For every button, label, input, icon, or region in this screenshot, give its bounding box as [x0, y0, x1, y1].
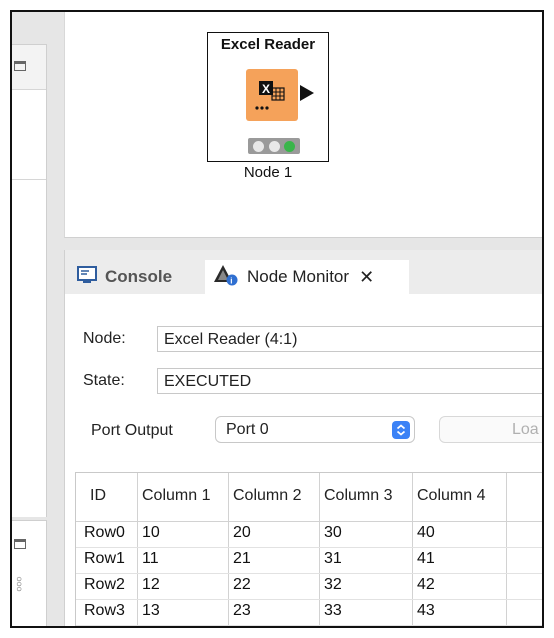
- tab-node-monitor-label: Node Monitor: [247, 267, 350, 286]
- divider: [12, 179, 46, 180]
- tab-node-monitor[interactable]: i Node Monitor ✕: [205, 260, 409, 294]
- table-cell: 32: [324, 576, 342, 593]
- table-header: ID Column 1 Column 2 Column 3 Column 4: [76, 473, 542, 522]
- left-panel-header: [12, 45, 46, 90]
- svg-text:X: X: [262, 82, 270, 96]
- table-cell: 43: [417, 602, 435, 619]
- close-icon[interactable]: ✕: [359, 267, 374, 288]
- table-row[interactable]: Row1 11 21 31 41: [76, 548, 542, 574]
- table-cell: 23: [233, 602, 251, 619]
- table-cell: 33: [324, 602, 342, 619]
- state-field[interactable]: EXECUTED: [157, 368, 542, 394]
- table-cell: 21: [233, 550, 251, 567]
- left-panel-top: [12, 44, 47, 517]
- table-row[interactable]: Row3 13 23 33 43: [76, 600, 542, 626]
- column-header[interactable]: Column 2: [233, 487, 301, 505]
- status-light-red: [252, 140, 264, 152]
- tab-console[interactable]: Console: [77, 260, 172, 294]
- column-header[interactable]: Column 1: [142, 487, 210, 505]
- table-cell: 22: [233, 576, 251, 593]
- table-cell: 11: [142, 550, 159, 567]
- workflow-canvas[interactable]: Excel Reader X Node 1: [64, 12, 542, 238]
- app-window: ○ ○ ○ Excel Reader X Node 1 Console i No…: [10, 10, 544, 628]
- column-header[interactable]: Column 3: [324, 487, 392, 505]
- node-field[interactable]: Excel Reader (4:1): [157, 326, 542, 352]
- status-light-yellow: [268, 140, 280, 152]
- node-monitor-content: Node: Excel Reader (4:1) State: EXECUTED…: [65, 294, 542, 626]
- table-row[interactable]: Row2 12 22 32 42: [76, 574, 542, 600]
- table-cell: 40: [417, 524, 435, 541]
- port-output-value: Port 0: [226, 421, 269, 438]
- excel-reader-node[interactable]: Excel Reader X: [207, 32, 329, 162]
- tab-console-label: Console: [105, 267, 173, 286]
- table-cell: 42: [417, 576, 435, 593]
- node-monitor-icon: i: [213, 264, 239, 291]
- excel-reader-icon[interactable]: X: [246, 69, 298, 121]
- row-id: Row2: [84, 576, 125, 593]
- data-table: ID Column 1 Column 2 Column 3 Column 4 R…: [75, 472, 542, 626]
- window-icon[interactable]: [14, 61, 26, 71]
- column-header[interactable]: Column 4: [417, 487, 485, 505]
- table-row[interactable]: Row0 10 20 30 40: [76, 522, 542, 548]
- row-id: Row0: [84, 524, 125, 541]
- node-field-label: Node:: [83, 330, 126, 347]
- table-cell: 30: [324, 524, 342, 541]
- console-icon: [77, 265, 97, 289]
- bottom-panel: Console i Node Monitor ✕ Node: Excel Rea…: [64, 250, 542, 626]
- port-output-select[interactable]: Port 0: [215, 416, 415, 443]
- node-label[interactable]: Node 1: [207, 164, 329, 181]
- output-port-icon[interactable]: [300, 85, 314, 101]
- load-button[interactable]: Loa: [439, 416, 542, 443]
- node-status-lights: [248, 138, 300, 154]
- tab-bar: Console i Node Monitor ✕: [65, 250, 542, 294]
- table-cell: 31: [324, 550, 342, 567]
- table-cell: 10: [142, 524, 160, 541]
- more-vertical-icon[interactable]: ○ ○ ○: [14, 575, 24, 595]
- table-cell: 41: [417, 550, 435, 567]
- table-cell: 20: [233, 524, 251, 541]
- table-cell: 13: [142, 602, 160, 619]
- window-icon[interactable]: [14, 539, 26, 549]
- svg-text:i: i: [230, 276, 232, 285]
- node-title: Excel Reader: [220, 36, 316, 53]
- chevron-updown-icon[interactable]: [392, 421, 410, 439]
- status-light-green: [284, 140, 296, 152]
- port-output-label: Port Output: [91, 422, 173, 439]
- row-id: Row1: [84, 550, 125, 567]
- row-id: Row3: [84, 602, 125, 619]
- left-panel-bottom: ○ ○ ○: [12, 520, 47, 626]
- state-field-label: State:: [83, 372, 125, 389]
- table-cell: 12: [142, 576, 160, 593]
- column-header[interactable]: ID: [90, 487, 106, 505]
